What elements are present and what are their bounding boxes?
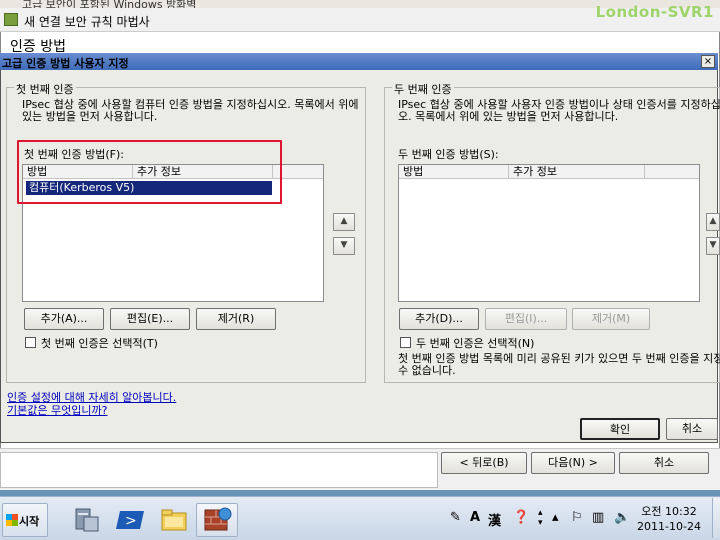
second-auth-group-title: 두 번째 인증 (392, 81, 454, 97)
start-button[interactable]: 시작 (2, 503, 48, 537)
first-auth-group-title: 첫 번째 인증 (14, 81, 76, 97)
svg-text:>: > (125, 513, 137, 529)
clock-time: 오전 10:32 (641, 505, 697, 518)
highlight-box (17, 140, 282, 204)
cancel-button[interactable]: 취소 (666, 418, 718, 440)
ime-hanja[interactable]: 漢 (488, 510, 501, 529)
watermark: London-SVR1 (595, 3, 714, 21)
second-remove-button[interactable]: 제거(M) (572, 308, 650, 330)
second-auth-list-header: 방법 추가 정보 (399, 165, 699, 179)
first-add-button[interactable]: 추가(A)... (24, 308, 104, 330)
clock-date: 2011-10-24 (637, 520, 701, 533)
system-clock[interactable]: 오전 10:32 2011-10-24 (630, 504, 708, 534)
dialog-titlebar: 고급 인증 방법 사용자 지정 (0, 53, 718, 70)
firewall-icon (204, 507, 232, 531)
tray-arrows-icon[interactable]: ▴ ▾ (538, 508, 543, 528)
network-icon[interactable]: ▥ (592, 510, 604, 525)
second-move-down-icon[interactable]: ▼ (706, 237, 720, 255)
windows-flag-icon (6, 514, 18, 526)
wizard-title: 새 연결 보안 규칙 마법사 (24, 15, 150, 29)
ime-indicator-icon[interactable]: ✎ (450, 510, 461, 525)
help-icon[interactable]: ❓ (513, 510, 529, 525)
second-move-up-icon[interactable]: ▲ (706, 213, 720, 231)
second-auth-note: 첫 번째 인증 방법 목록에 미리 공유된 키가 있으면 두 번째 인증을 지정… (398, 353, 720, 379)
column-header-method[interactable]: 방법 (399, 165, 509, 179)
wizard-back-button[interactable]: < 뒤로(B) (441, 452, 527, 474)
volume-icon[interactable]: 🔈 (614, 510, 630, 525)
move-down-icon[interactable]: ▼ (333, 237, 355, 255)
first-optional-label: 첫 번째 인증은 선택적(T) (41, 337, 158, 350)
taskbar (0, 496, 720, 540)
background-window-title: 고급 보안이 포함된 Windows 방화벽 (22, 0, 197, 8)
firewall-icon (4, 13, 18, 26)
second-auth-listbox[interactable]: 방법 추가 정보 (398, 164, 700, 302)
server-manager-icon[interactable] (72, 505, 102, 535)
first-edit-button[interactable]: 편집(E)... (110, 308, 190, 330)
dialog-title: 고급 인증 방법 사용자 지정 (2, 57, 129, 70)
firewall-taskbar-button[interactable] (196, 503, 238, 537)
defaults-link[interactable]: 기본값은 무엇입니까? (7, 402, 107, 418)
start-label: 시작 (19, 515, 40, 528)
close-icon[interactable]: × (701, 55, 715, 68)
first-auth-description: IPsec 협상 중에 사용할 컴퓨터 인증 방법을 지정하십시오. 목록에서 … (22, 98, 359, 123)
folder-icon[interactable] (159, 505, 189, 535)
second-add-button[interactable]: 추가(D)... (399, 308, 479, 330)
first-optional-checkbox[interactable] (25, 337, 36, 348)
show-desktop-button[interactable] (712, 498, 720, 538)
second-auth-list-label: 두 번째 인증 방법(S): (398, 148, 499, 161)
second-edit-button[interactable]: 편집(I)... (485, 308, 567, 330)
ime-language[interactable]: A (470, 510, 480, 525)
first-remove-button[interactable]: 제거(R) (196, 308, 276, 330)
column-header-extra-info[interactable]: 추가 정보 (509, 165, 645, 179)
wizard-next-button[interactable]: 다음(N) > (531, 452, 615, 474)
move-up-icon[interactable]: ▲ (333, 213, 355, 231)
tray-expand-icon[interactable]: ▴ (552, 510, 559, 525)
second-optional-label: 두 번째 인증은 선택적(N) (416, 337, 535, 350)
powershell-icon[interactable]: > (116, 505, 146, 535)
second-auth-note-text: 첫 번째 인증 방법 목록에 미리 공유된 키가 있으면 두 번째 인증을 지정… (398, 353, 720, 377)
second-auth-description-text: IPsec 협상 중에 사용할 사용자 인증 방법이나 상태 인증서를 지정하십… (398, 99, 720, 123)
wizard-content-area (0, 452, 438, 488)
action-center-flag-icon[interactable]: ⚐ (571, 510, 583, 525)
ok-button[interactable]: 확인 (580, 418, 660, 440)
second-auth-description: IPsec 협상 중에 사용할 사용자 인증 방법이나 상태 인증서를 지정하십… (398, 99, 720, 125)
wizard-cancel-button[interactable]: 취소 (619, 452, 709, 474)
second-optional-checkbox[interactable] (400, 337, 411, 348)
